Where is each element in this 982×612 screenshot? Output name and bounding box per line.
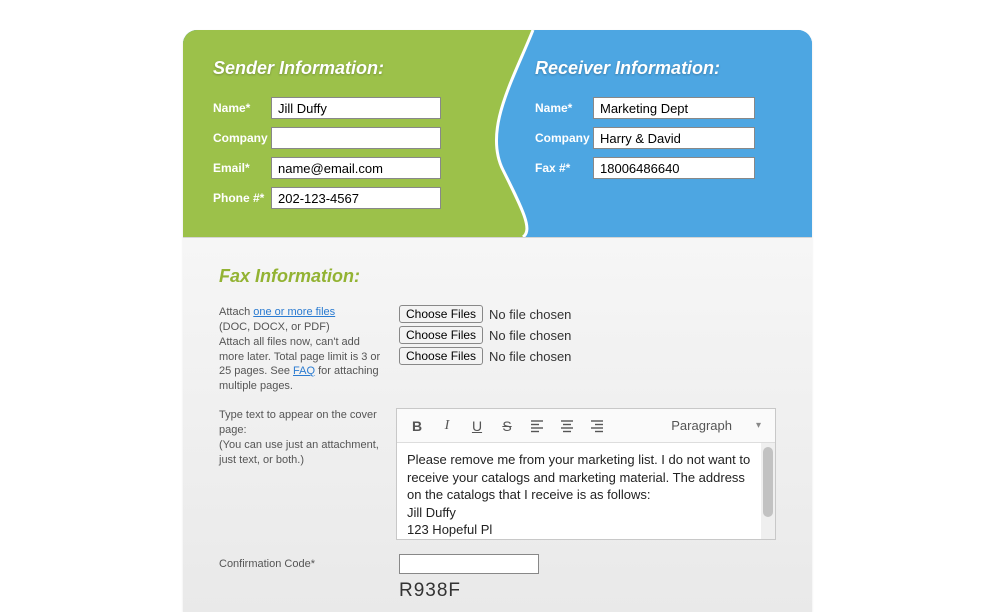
receiver-name-row: Name* [535, 97, 795, 119]
receiver-company-input[interactable] [593, 127, 755, 149]
top-panel: Sender Information: Name* Company Email*… [183, 30, 812, 237]
italic-button[interactable]: I [433, 413, 461, 439]
fax-form-card: Sender Information: Name* Company Email*… [183, 30, 812, 612]
sender-email-label: Email* [213, 161, 271, 175]
strikethrough-button[interactable]: S [493, 413, 521, 439]
align-center-button[interactable] [553, 413, 581, 439]
sender-company-label: Company [213, 131, 271, 145]
sender-phone-label: Phone #* [213, 191, 271, 205]
sender-company-input[interactable] [271, 127, 441, 149]
confirmation-code-input[interactable] [399, 554, 539, 574]
sender-phone-input[interactable] [271, 187, 441, 209]
attach-files-link[interactable]: one or more files [253, 306, 335, 318]
file-inputs: Choose Files No file chosen Choose Files… [399, 305, 776, 394]
receiver-name-input[interactable] [593, 97, 755, 119]
attach-help-text: Attach one or more files (DOC, DOCX, or … [219, 305, 399, 394]
editor-textarea[interactable]: Please remove me from your marketing lis… [397, 443, 775, 539]
editor-scrollbar[interactable] [761, 443, 775, 539]
sender-section: Sender Information: Name* Company Email*… [213, 58, 513, 217]
fax-info-panel: Fax Information: Attach one or more file… [183, 237, 812, 612]
sender-company-row: Company [213, 127, 513, 149]
paragraph-select[interactable]: Paragraph ▾ [663, 414, 769, 437]
captcha-text: R938F [399, 580, 539, 602]
choose-files-button-1[interactable]: Choose Files [399, 305, 483, 323]
file-input-3: Choose Files No file chosen [399, 347, 776, 365]
sender-email-input[interactable] [271, 157, 441, 179]
sender-title: Sender Information: [213, 58, 513, 79]
align-left-button[interactable] [523, 413, 551, 439]
receiver-company-row: Company [535, 127, 795, 149]
faq-link[interactable]: FAQ [293, 365, 315, 377]
fax-info-title: Fax Information: [219, 266, 776, 287]
receiver-fax-label: Fax #* [535, 161, 593, 175]
receiver-name-label: Name* [535, 101, 593, 115]
editor-scrollbar-thumb[interactable] [763, 447, 773, 517]
cover-help-text: Type text to appear on the cover page: (… [219, 408, 396, 540]
editor-toolbar: B I U S Paragr [397, 409, 775, 443]
sender-name-input[interactable] [271, 97, 441, 119]
chevron-down-icon: ▾ [756, 420, 761, 431]
editor-container: B I U S Paragr [396, 408, 776, 540]
rich-text-editor: B I U S Paragr [396, 408, 776, 540]
paragraph-select-label: Paragraph [671, 418, 732, 433]
receiver-fax-input[interactable] [593, 157, 755, 179]
sender-phone-row: Phone #* [213, 187, 513, 209]
sender-name-label: Name* [213, 101, 271, 115]
sender-email-row: Email* [213, 157, 513, 179]
file-input-2: Choose Files No file chosen [399, 326, 776, 344]
cover-text-row: Type text to appear on the cover page: (… [219, 408, 776, 540]
receiver-fax-row: Fax #* [535, 157, 795, 179]
confirmation-right: R938F [399, 554, 539, 602]
file-input-1: Choose Files No file chosen [399, 305, 776, 323]
attach-prefix: Attach [219, 306, 253, 318]
receiver-title: Receiver Information: [535, 58, 795, 79]
confirmation-label: Confirmation Code* [219, 554, 399, 570]
receiver-company-label: Company [535, 131, 593, 145]
sender-name-row: Name* [213, 97, 513, 119]
attach-row: Attach one or more files (DOC, DOCX, or … [219, 305, 776, 394]
underline-button[interactable]: U [463, 413, 491, 439]
bold-button[interactable]: B [403, 413, 431, 439]
choose-files-button-2[interactable]: Choose Files [399, 326, 483, 344]
file-status-3: No file chosen [489, 349, 571, 364]
file-status-2: No file chosen [489, 328, 571, 343]
confirmation-row: Confirmation Code* R938F [219, 554, 776, 602]
editor-content: Please remove me from your marketing lis… [407, 451, 765, 539]
align-right-button[interactable] [583, 413, 611, 439]
receiver-section: Receiver Information: Name* Company Fax … [535, 58, 795, 187]
choose-files-button-3[interactable]: Choose Files [399, 347, 483, 365]
file-status-1: No file chosen [489, 307, 571, 322]
